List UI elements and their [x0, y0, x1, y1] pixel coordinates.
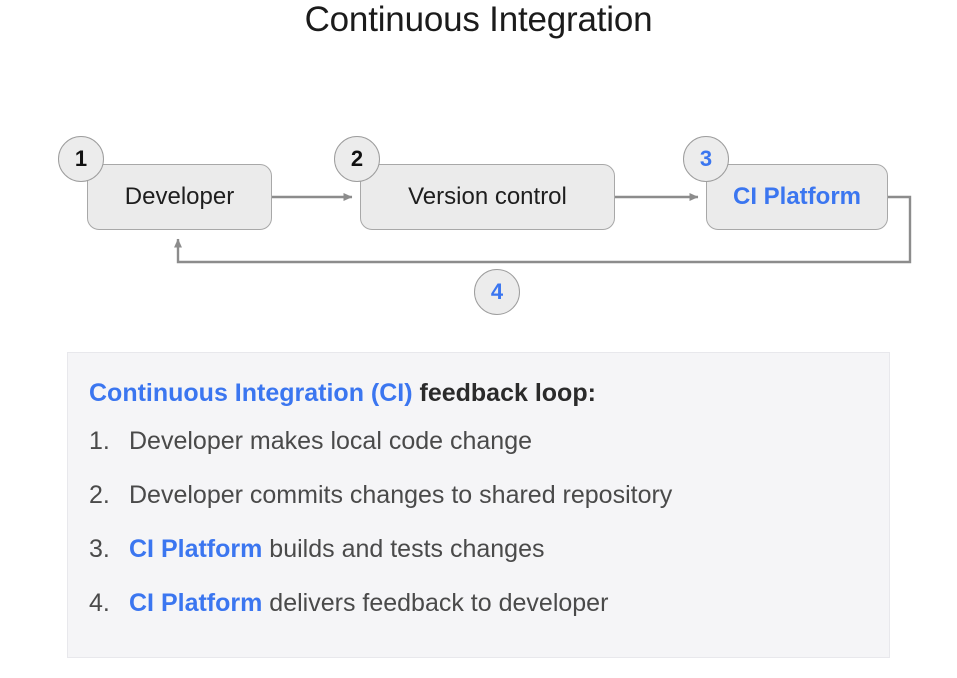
list-item: 4. CI Platform delivers feedback to deve…: [89, 589, 869, 643]
list-item-body: delivers feedback to developer: [262, 589, 609, 617]
list-item-body: Developer commits changes to shared repo…: [129, 481, 673, 509]
list-item-number: 1.: [89, 427, 110, 455]
step-badge-2: 2: [334, 136, 380, 182]
node-developer-label: Developer: [124, 183, 235, 210]
list-item-accent: CI Platform: [129, 535, 263, 563]
list-item-text: CI Platform builds and tests changes: [129, 535, 545, 564]
list-item-body: Developer makes local code change: [129, 427, 533, 455]
list-item: 1. Developer makes local code change: [89, 427, 869, 481]
ci-flow-diagram: Developer Version control CI Platform 1 …: [0, 0, 957, 340]
step-badge-3: 3: [683, 136, 729, 182]
node-developer[interactable]: Developer: [87, 164, 272, 230]
list-item-text: Developer commits changes to shared repo…: [129, 481, 672, 510]
list-item-number: 3.: [89, 535, 110, 563]
list-item-body: builds and tests changes: [262, 535, 545, 563]
feedback-loop-steps: 1. Developer makes local code change 2. …: [89, 427, 869, 643]
list-item-text: CI Platform delivers feedback to develop…: [129, 589, 608, 618]
list-item-accent: CI Platform: [129, 589, 263, 617]
list-item: 3. CI Platform builds and tests changes: [89, 535, 869, 589]
node-version-control-label: Version control: [408, 183, 567, 210]
list-item-number: 2.: [89, 481, 110, 509]
node-ci-platform[interactable]: CI Platform: [706, 164, 888, 230]
list-item-number: 4.: [89, 589, 110, 617]
node-ci-platform-label: CI Platform: [732, 183, 861, 210]
feedback-loop-heading: Continuous Integration (CI) feedback loo…: [89, 379, 596, 408]
list-item-text: Developer makes local code change: [129, 427, 532, 456]
feedback-loop-heading-rest: feedback loop:: [412, 379, 596, 407]
node-version-control[interactable]: Version control: [360, 164, 615, 230]
step-badge-4: 4: [474, 269, 520, 315]
feedback-loop-heading-accent: Continuous Integration (CI): [89, 379, 413, 407]
feedback-loop-panel: Continuous Integration (CI) feedback loo…: [67, 352, 890, 658]
step-badge-1: 1: [58, 136, 104, 182]
list-item: 2. Developer commits changes to shared r…: [89, 481, 869, 535]
